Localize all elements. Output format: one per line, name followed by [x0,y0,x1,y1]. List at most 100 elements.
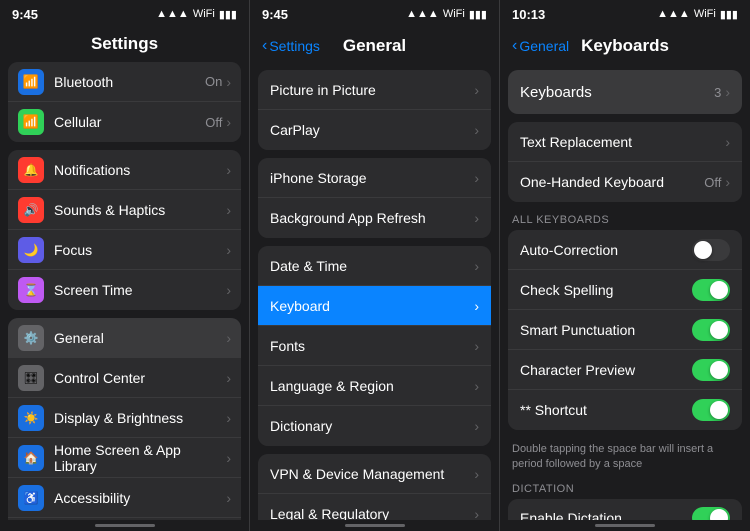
datetime-label: Date & Time [270,258,474,274]
all-keyboards-section: ALL KEYBOARDS [500,210,750,230]
character-preview-toggle[interactable] [692,359,730,381]
general-item-keyboard[interactable]: Keyboard › [258,286,491,326]
settings-panel: 9:45 ▲▲▲ WiFi ▮▮▮ Settings 📶 Bluetooth O… [0,0,250,531]
fonts-chevron: › [474,338,479,354]
bluetooth-label: Bluetooth [54,74,205,90]
status-bar-3: 10:13 ▲▲▲ WiFi ▮▮▮ [500,0,750,28]
auto-correction-item[interactable]: Auto-Correction [508,230,742,270]
settings-item-cellular[interactable]: 📶 Cellular Off › [8,102,241,142]
kb-back-chevron: ‹ [512,38,517,54]
general-item-vpn[interactable]: VPN & Device Management › [258,454,491,494]
display-chevron: › [226,410,231,426]
datetime-chevron: › [474,258,479,274]
auto-correction-label: Auto-Correction [520,242,692,258]
keyboards-all-group: Auto-Correction Check Spelling Smart Pun… [508,230,742,430]
status-bar-2: 9:45 ▲▲▲ WiFi ▮▮▮ [250,0,499,28]
text-replacement-label: Text Replacement [520,134,725,150]
time-2: 9:45 [262,7,288,22]
general-header: ‹ Settings General [250,28,499,70]
wifi-icon-3: WiFi [694,8,716,20]
keyboards-list[interactable]: Keyboards 3 › Text Replacement › One-Han… [500,70,750,520]
picture-chevron: › [474,82,479,98]
back-label: Settings [269,38,320,54]
screentime-chevron: › [226,282,231,298]
one-handed-item[interactable]: One-Handed Keyboard Off › [508,162,742,202]
smart-punctuation-item[interactable]: Smart Punctuation [508,310,742,350]
settings-item-screentime[interactable]: ⌛ Screen Time › [8,270,241,310]
accessibility-label: Accessibility [54,490,226,506]
sounds-label: Sounds & Haptics [54,202,226,218]
general-title: General [343,36,406,56]
settings-item-sounds[interactable]: 🔊 Sounds & Haptics › [8,190,241,230]
general-group-3: Date & Time › Keyboard › Fonts › Languag… [258,246,491,446]
general-item-dictionary[interactable]: Dictionary › [258,406,491,446]
shortcut-note: Double tapping the space bar will insert… [500,438,750,479]
one-handed-value: Off [704,175,721,190]
signal-icon-3: ▲▲▲ [657,8,690,20]
keyboards-top-group: Keyboards 3 › [508,70,742,114]
general-item-legal[interactable]: Legal & Regulatory › [258,494,491,520]
keyboards-title: Keyboards [581,36,669,56]
settings-group-1: 📶 Bluetooth On › 📶 Cellular Off › [8,62,241,142]
text-replacement-chevron: › [725,134,730,150]
background-chevron: › [474,210,479,226]
general-list[interactable]: Picture in Picture › CarPlay › iPhone St… [250,70,499,520]
settings-item-control-center[interactable]: 🎛 Control Center › [8,358,241,398]
character-preview-item[interactable]: Character Preview [508,350,742,390]
settings-item-display[interactable]: ☀️ Display & Brightness › [8,398,241,438]
display-label: Display & Brightness [54,410,226,426]
picture-label: Picture in Picture [270,82,474,98]
general-item-storage[interactable]: iPhone Storage › [258,158,491,198]
storage-chevron: › [474,170,479,186]
settings-item-wallpaper[interactable]: 🌅 Wallpaper › [8,518,241,520]
settings-item-bluetooth[interactable]: 📶 Bluetooth On › [8,62,241,102]
settings-item-home-screen[interactable]: 🏠 Home Screen & App Library › [8,438,241,478]
cellular-label: Cellular [54,114,205,130]
battery-icon: ▮▮▮ [219,8,237,21]
settings-list[interactable]: 📶 Bluetooth On › 📶 Cellular Off › 🔔 Noti… [0,62,249,520]
general-item-carplay[interactable]: CarPlay › [258,110,491,150]
keyboards-count-item[interactable]: Keyboards 3 › [508,70,742,114]
keyboard-label: Keyboard [270,298,474,314]
signal-icon: ▲▲▲ [156,8,189,20]
text-replacement-item[interactable]: Text Replacement › [508,122,742,162]
scroll-indicator-3 [595,524,655,527]
general-item-datetime[interactable]: Date & Time › [258,246,491,286]
scroll-indicator-2 [345,524,405,527]
shortcut-toggle[interactable] [692,399,730,421]
cellular-chevron: › [226,114,231,130]
cellular-value: Off [205,115,222,130]
general-label: General [54,330,226,346]
settings-group-3: ⚙️ General › 🎛 Control Center › ☀️ Displ… [8,318,241,520]
bluetooth-icon: 📶 [18,69,44,95]
shortcut-item[interactable]: ** Shortcut [508,390,742,430]
settings-item-notifications[interactable]: 🔔 Notifications › [8,150,241,190]
general-item-background[interactable]: Background App Refresh › [258,198,491,238]
time-1: 9:45 [12,7,38,22]
enable-dictation-toggle[interactable] [692,507,730,520]
general-item-picture[interactable]: Picture in Picture › [258,70,491,110]
settings-item-general[interactable]: ⚙️ General › [8,318,241,358]
signal-icon-2: ▲▲▲ [406,8,439,20]
dictation-section: DICTATION [500,479,750,499]
accessibility-chevron: › [226,490,231,506]
keyboards-count-value: 3 [714,85,721,100]
keyboards-back-button[interactable]: ‹ General [512,38,569,54]
control-center-label: Control Center [54,370,226,386]
enable-dictation-item[interactable]: Enable Dictation [508,499,742,520]
general-header-row: ‹ Settings General [262,34,487,62]
smart-punctuation-toggle[interactable] [692,319,730,341]
general-item-fonts[interactable]: Fonts › [258,326,491,366]
settings-item-focus[interactable]: 🌙 Focus › [8,230,241,270]
check-spelling-toggle[interactable] [692,279,730,301]
check-spelling-item[interactable]: Check Spelling [508,270,742,310]
keyboards-panel: 10:13 ▲▲▲ WiFi ▮▮▮ ‹ General Keyboards K… [500,0,750,531]
cellular-icon: 📶 [18,109,44,135]
status-icons-3: ▲▲▲ WiFi ▮▮▮ [657,8,738,21]
auto-correction-toggle[interactable] [692,239,730,261]
notifications-chevron: › [226,162,231,178]
settings-item-accessibility[interactable]: ♿ Accessibility › [8,478,241,518]
general-item-language[interactable]: Language & Region › [258,366,491,406]
general-back-button[interactable]: ‹ Settings [262,38,320,54]
legal-chevron: › [474,506,479,520]
